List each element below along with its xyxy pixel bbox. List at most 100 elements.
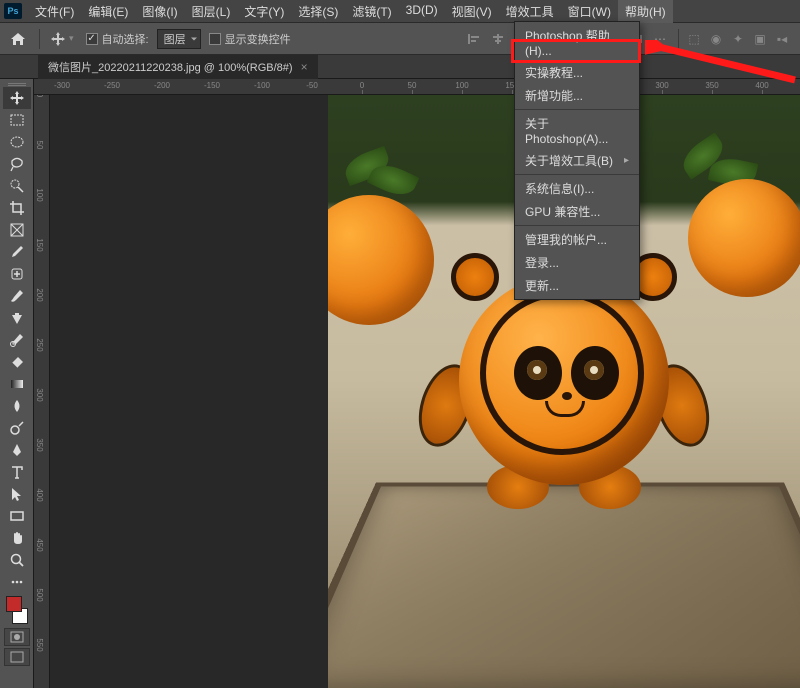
help-menu-item[interactable]: 实操教程...	[515, 61, 639, 84]
clone-tool[interactable]	[3, 307, 31, 329]
menu-3d[interactable]: 3D(D)	[399, 0, 445, 23]
help-menu-item[interactable]: Photoshop 帮助(H)...	[515, 24, 639, 61]
menu-窗口[interactable]: 窗口(W)	[561, 0, 618, 23]
ruler-tick: 100	[455, 81, 468, 90]
foreground-color-swatch[interactable]	[6, 596, 22, 612]
toolbox-grip[interactable]	[5, 81, 29, 86]
ruler-tick: 350	[705, 81, 718, 90]
color-swatches[interactable]	[3, 596, 31, 624]
vertical-ruler[interactable]: 0 50 100 150 200 250 300 350 400 450 500 550	[34, 95, 50, 688]
ruler-tick: 400	[755, 81, 768, 90]
menu-视图[interactable]: 视图(V)	[445, 0, 499, 23]
layer-mode-dropdown[interactable]: 图层	[157, 29, 201, 49]
pen-tool[interactable]	[3, 439, 31, 461]
ruler-tick: 300	[35, 388, 44, 401]
menu-图像[interactable]: 图像(I)	[135, 0, 184, 23]
home-button[interactable]	[4, 27, 32, 51]
menu-增效工具[interactable]: 增效工具	[499, 0, 561, 23]
3d-mode-icon[interactable]: ◉	[708, 31, 724, 47]
menu-选择[interactable]: 选择(S)	[291, 0, 345, 23]
zoom-tool[interactable]	[3, 549, 31, 571]
canvas-area[interactable]	[50, 95, 800, 688]
ruler-tick: 550	[35, 638, 44, 651]
ruler-tick: 50	[35, 141, 44, 150]
ruler-tick: 100	[35, 188, 44, 201]
auto-select-control[interactable]: 自动选择:	[82, 31, 153, 47]
auto-select-checkbox[interactable]	[86, 33, 98, 45]
close-tab-button[interactable]: ×	[301, 60, 308, 74]
ruler-tick: 0	[360, 81, 364, 90]
menu-滤镜[interactable]: 滤镜(T)	[345, 0, 398, 23]
help-menu-item[interactable]: 管理我的帐户...	[515, 228, 639, 251]
rectangle-tool[interactable]	[3, 505, 31, 527]
ruler-tick: 400	[35, 488, 44, 501]
menu-separator	[515, 109, 639, 110]
gradient-tool[interactable]	[3, 373, 31, 395]
type-tool[interactable]	[3, 461, 31, 483]
move-tool[interactable]	[3, 87, 31, 109]
help-menu-item[interactable]: GPU 兼容性...	[515, 200, 639, 223]
help-menu-item[interactable]: 关于 Photoshop(A)...	[515, 112, 639, 149]
menu-bar: Ps 文件(F)编辑(E)图像(I)图层(L)文字(Y)选择(S)滤镜(T)3D…	[0, 0, 800, 22]
frame-tool[interactable]	[3, 219, 31, 241]
align-hcenter-button[interactable]	[487, 28, 509, 50]
menu-文件[interactable]: 文件(F)	[28, 0, 81, 23]
marquee-rect-tool[interactable]	[3, 109, 31, 131]
crop-tool[interactable]	[3, 197, 31, 219]
menu-separator	[515, 225, 639, 226]
help-menu-item[interactable]: 更新...	[515, 274, 639, 297]
help-dropdown-menu: Photoshop 帮助(H)...实操教程...新增功能... 关于 Photo…	[514, 21, 640, 300]
mask-icon[interactable]: ▣	[752, 31, 768, 47]
align-left-button[interactable]	[463, 28, 485, 50]
ruler-tick: 250	[35, 338, 44, 351]
ruler-tick: 200	[35, 288, 44, 301]
options-bar: ▾ 自动选择: 图层 显示变换控件 ⋯ ⬚ ◉ ✦ ▣ ▪◂	[0, 22, 800, 55]
screen-mode-button[interactable]	[4, 648, 30, 666]
help-menu-item[interactable]: 关于增效工具(B)	[515, 149, 639, 172]
toolbox	[0, 79, 34, 688]
healing-tool[interactable]	[3, 263, 31, 285]
quick-select-tool[interactable]	[3, 175, 31, 197]
ruler-tick: 450	[35, 538, 44, 551]
hand-tool[interactable]	[3, 527, 31, 549]
eyedropper-tool[interactable]	[3, 241, 31, 263]
marquee-ellipse-tool[interactable]	[3, 131, 31, 153]
show-transform-checkbox[interactable]	[209, 33, 221, 45]
menu-帮助[interactable]: 帮助(H)	[618, 0, 673, 23]
help-menu-item[interactable]: 登录...	[515, 251, 639, 274]
document-tab-bar: 微信图片_20220211220238.jpg @ 100%(RGB/8#) ×	[0, 55, 800, 79]
ruler-tick: 0	[35, 95, 44, 97]
camera-icon[interactable]: ▪◂	[774, 31, 790, 47]
path-select-tool[interactable]	[3, 483, 31, 505]
move-tool-indicator: ▾	[47, 32, 78, 46]
ruler-tick: 500	[35, 588, 44, 601]
horizontal-ruler[interactable]: 050100150200250300350400450-300-250-200-…	[34, 79, 800, 95]
help-menu-item[interactable]: 新增功能...	[515, 84, 639, 107]
help-menu-item[interactable]: 系统信息(I)...	[515, 177, 639, 200]
document-tab[interactable]: 微信图片_20220211220238.jpg @ 100%(RGB/8#) ×	[38, 55, 318, 79]
history-brush-tool[interactable]	[3, 329, 31, 351]
document-tab-title: 微信图片_20220211220238.jpg @ 100%(RGB/8#)	[48, 59, 293, 75]
menu-编辑[interactable]: 编辑(E)	[81, 0, 135, 23]
menu-文字[interactable]: 文字(Y)	[237, 0, 291, 23]
ruler-tick: 150	[35, 238, 44, 251]
ruler-tick: 350	[35, 438, 44, 451]
quick-mask-button[interactable]	[4, 628, 30, 646]
edit-toolbar-tool[interactable]	[3, 571, 31, 593]
puppet-icon[interactable]: ✦	[730, 31, 746, 47]
brush-tool[interactable]	[3, 285, 31, 307]
eraser-tool[interactable]	[3, 351, 31, 373]
show-transform-label: 显示变换控件	[225, 31, 291, 47]
more-options-button[interactable]: ⋯	[649, 28, 671, 50]
lasso-tool[interactable]	[3, 153, 31, 175]
menu-separator	[515, 174, 639, 175]
menu-图层[interactable]: 图层(L)	[185, 0, 238, 23]
app-logo: Ps	[4, 3, 22, 19]
blur-tool[interactable]	[3, 395, 31, 417]
workspace-button-group: ⬚ ◉ ✦ ▣ ▪◂	[686, 31, 796, 47]
dodge-tool[interactable]	[3, 417, 31, 439]
transform-icon[interactable]: ⬚	[686, 31, 702, 47]
show-transform-control[interactable]: 显示变换控件	[205, 31, 295, 47]
auto-select-label: 自动选择:	[102, 31, 149, 47]
ruler-tick: 50	[408, 81, 417, 90]
